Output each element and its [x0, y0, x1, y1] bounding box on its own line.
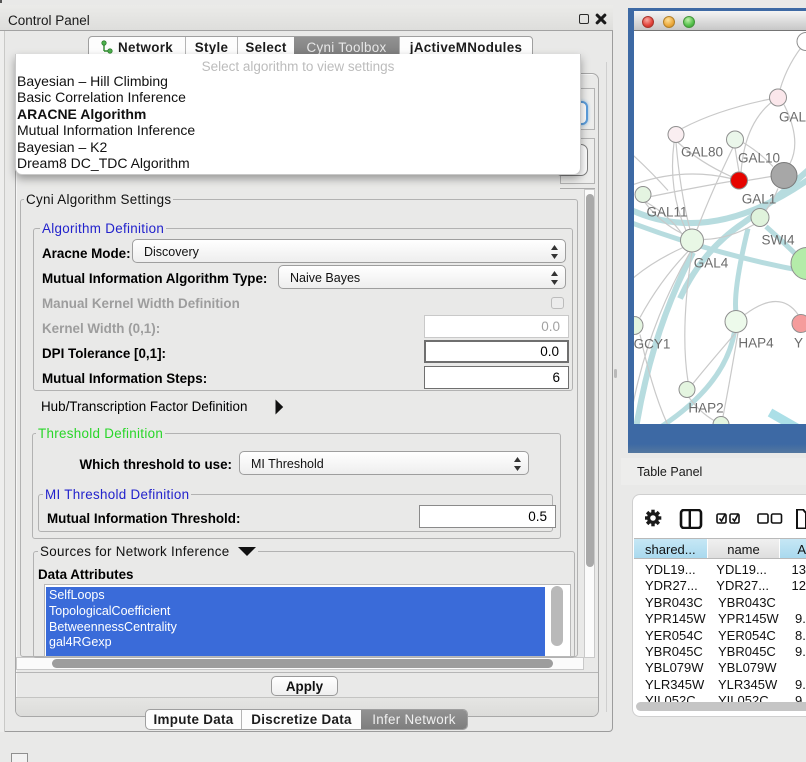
svg-text:GAL4: GAL4 — [694, 255, 729, 270]
svg-text:SWI4: SWI4 — [761, 232, 794, 247]
svg-text:GAL2: GAL2 — [779, 109, 806, 124]
svg-text:HAP2: HAP2 — [688, 400, 723, 415]
svg-text:GAL80: GAL80 — [681, 144, 723, 159]
svg-text:GAL10: GAL10 — [738, 150, 780, 165]
svg-text:HAP4: HAP4 — [738, 335, 774, 350]
svg-text:Y: Y — [794, 335, 803, 350]
svg-text:GCY1: GCY1 — [634, 336, 670, 351]
svg-text:GAL1: GAL1 — [742, 191, 777, 206]
svg-text:GAL11: GAL11 — [646, 204, 687, 219]
